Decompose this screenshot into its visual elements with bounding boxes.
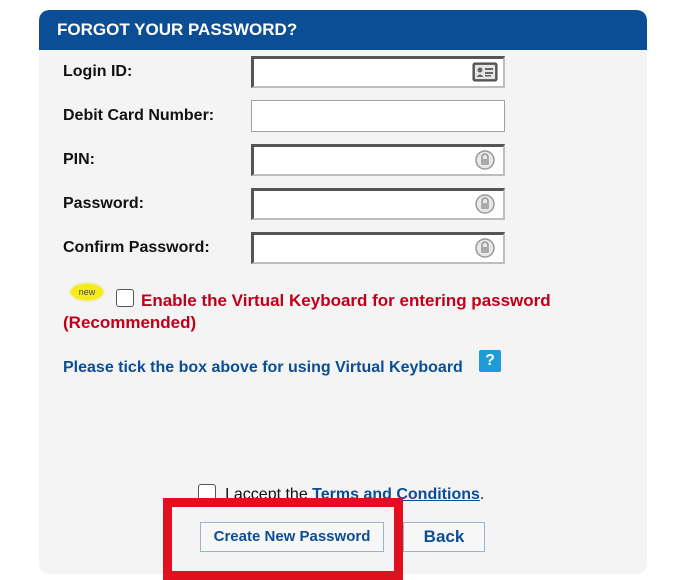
back-button[interactable]: Back [403, 522, 485, 552]
confirm-password-label: Confirm Password: [63, 239, 210, 256]
pin-label: PIN: [63, 151, 95, 168]
debit-card-input[interactable] [251, 100, 505, 132]
accept-terms-suffix: . [479, 486, 485, 503]
keypad-lock-icon[interactable] [472, 193, 498, 215]
debit-card-label: Debit Card Number: [63, 107, 215, 124]
confirm-password-input[interactable] [251, 232, 505, 264]
virtual-keyboard-label-line1: Enable the Virtual Keyboard for entering… [141, 291, 551, 310]
virtual-keyboard-label-line2: (Recommended) [63, 313, 197, 332]
virtual-keyboard-label: Enable the Virtual Keyboard for entering… [63, 290, 623, 334]
virtual-keyboard-help-text: Please tick the box above for using Virt… [63, 359, 463, 376]
forgot-password-panel: FORGOT YOUR PASSWORD? Login ID: Debit Ca… [39, 10, 647, 574]
login-id-input[interactable] [251, 56, 505, 88]
keypad-lock-icon[interactable] [472, 237, 498, 259]
password-input[interactable] [251, 188, 505, 220]
login-id-label: Login ID: [63, 63, 133, 80]
password-label: Password: [63, 195, 144, 212]
id-card-icon[interactable] [472, 61, 498, 83]
highlight-box [163, 498, 403, 580]
keypad-lock-icon[interactable] [472, 149, 498, 171]
pin-input[interactable] [251, 144, 505, 176]
panel-title: FORGOT YOUR PASSWORD? [39, 10, 647, 50]
help-icon[interactable]: ? [479, 350, 501, 372]
